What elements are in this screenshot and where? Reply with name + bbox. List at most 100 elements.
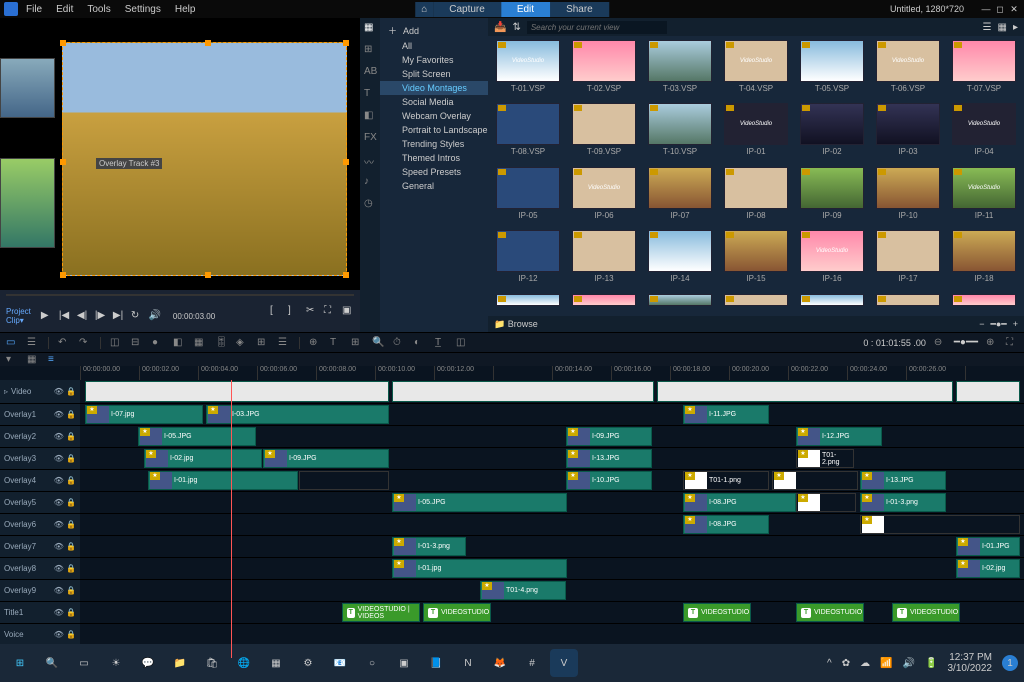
onedrive-icon[interactable]: ☁ [860,658,870,669]
goto-end-button[interactable]: ▶| [113,310,125,322]
tab-capture[interactable]: Capture [433,2,501,17]
notifications-icon[interactable]: 1 [1002,655,1018,671]
clip-o6b[interactable]: ★ [860,515,1020,534]
rail-transitions-icon[interactable]: AB [364,66,376,78]
app-icon-1[interactable]: ▦ [262,649,290,677]
library-item[interactable] [872,294,944,312]
library-search-input[interactable] [527,21,667,34]
clip-o4c[interactable]: ★T01-1.png [683,471,769,490]
tab-edit[interactable]: Edit [501,2,550,17]
lib-sort-icon[interactable]: ⇅ [512,22,520,33]
tl-collapse-icon[interactable]: ▾ [6,354,18,366]
tl-list-icon[interactable]: ≡ [48,354,60,366]
redo-button[interactable]: ↷ [79,337,91,349]
category-speed-presets[interactable]: Speed Presets [380,165,488,179]
clip-o6a[interactable]: ★I-08.JPG [683,515,769,534]
category-all[interactable]: All [380,39,488,53]
library-item[interactable]: IP-07 [644,167,716,226]
minimize-button[interactable]: — [980,4,992,15]
category-split-screen[interactable]: Split Screen [380,67,488,81]
category-themed-intros[interactable]: Themed Intros [380,151,488,165]
rail-templates-icon[interactable]: ⊞ [364,44,376,56]
rail-titles-icon[interactable]: T [364,88,376,100]
lib-zoom-out-icon[interactable]: − [979,319,984,330]
library-item[interactable]: IP-12 [492,230,564,289]
clip-t1c[interactable]: VIDEOSTUDIO [683,603,751,622]
clip-video-4[interactable] [956,381,1020,402]
lib-view-list-icon[interactable]: ☰ [983,22,992,33]
mixer-icon[interactable]: 🎚 [215,337,227,349]
library-item[interactable]: T-06.VSP [872,40,944,99]
split-screen-icon[interactable]: ◫ [456,337,468,349]
cortana-icon[interactable]: ○ [358,649,386,677]
clip-o4d[interactable]: ★I-13.JPG [860,471,946,490]
rail-motion-icon[interactable]: 〰 [364,154,376,166]
loop-button[interactable]: ↻ [131,310,143,322]
store-icon[interactable]: 🛍 [198,649,226,677]
clip-o7a[interactable]: ★I-01-3.png [392,537,466,556]
library-item[interactable]: IP-04 [948,103,1020,162]
menu-tools[interactable]: Tools [87,4,110,15]
zoom-in-icon[interactable]: ⊕ [986,337,998,349]
library-item[interactable]: IP-17 [872,230,944,289]
library-item[interactable] [720,294,792,312]
rail-fx-icon[interactable]: FX [364,132,376,144]
library-item[interactable]: IP-14 [644,230,716,289]
clip-o5b[interactable]: ★I-08.JPG [683,493,796,512]
subtitle-icon[interactable]: T [330,337,342,349]
library-item[interactable] [948,294,1020,312]
library-item[interactable]: T-07.VSP [948,40,1020,99]
category-portrait-to-landscape[interactable]: Portrait to Landscape [380,123,488,137]
clip-o5a[interactable]: ★I-05.JPG [392,493,567,512]
tray-chevron-icon[interactable]: ^ [827,658,832,669]
videostudio-icon[interactable]: V [550,649,578,677]
clip-o4a[interactable]: ★I-01.jpg [148,471,298,490]
tray-app-icon[interactable]: ✿ [842,658,850,669]
library-item[interactable]: IP-11 [948,167,1020,226]
search-button[interactable]: 🔍 [38,649,66,677]
library-item[interactable]: IP-08 [720,167,792,226]
undo-button[interactable]: ↶ [58,337,70,349]
tool-9-icon[interactable]: ☰ [278,337,290,349]
task-view-button[interactable]: ▭ [70,649,98,677]
preview-canvas[interactable]: Overlay Track #3 [0,18,360,290]
volume-button[interactable]: 🔊 [149,310,161,322]
library-item[interactable]: T-05.VSP [796,40,868,99]
tab-home[interactable]: ⌂ [415,2,433,17]
clip-o4c2[interactable]: ★ [772,471,858,490]
library-item[interactable]: IP-05 [492,167,564,226]
maximize-button[interactable]: ◻ [994,4,1006,15]
snapshot-button[interactable]: ▣ [342,305,354,317]
library-item[interactable]: IP-10 [872,167,944,226]
slack-icon[interactable]: # [518,649,546,677]
library-item[interactable]: T-03.VSP [644,40,716,99]
library-item[interactable]: IP-02 [796,103,868,162]
multicam-icon[interactable]: ⊞ [351,337,363,349]
onenote-icon[interactable]: N [454,649,482,677]
clip-o8b[interactable]: ★I-02.jpg [956,559,1020,578]
clip-o1c[interactable]: ★I-11.JPG [683,405,769,424]
clip-video-2[interactable] [392,381,654,402]
clip-o9a[interactable]: ★T01-4.png [480,581,566,600]
settings-icon[interactable]: ⚙ [294,649,322,677]
teams-icon[interactable]: 💬 [134,649,162,677]
clip-o3d[interactable]: ★T01-2.png [796,449,854,468]
clip-o3a[interactable]: ★I-02.jpg [144,449,262,468]
tool-5-icon[interactable]: ▦ [194,337,206,349]
clip-o3c[interactable]: ★I-13.JPG [566,449,652,468]
category-trending-styles[interactable]: Trending Styles [380,137,488,151]
zoom-out-icon[interactable]: ⊖ [934,337,946,349]
record-button[interactable]: ● [152,337,164,349]
timeline-view-icon[interactable]: ☰ [27,337,39,349]
clip-o5c[interactable]: ★I-01-3.png [860,493,946,512]
library-item[interactable]: IP-16 [796,230,868,289]
library-item[interactable]: IP-09 [796,167,868,226]
menu-settings[interactable]: Settings [125,4,161,15]
next-frame-button[interactable]: |▶ [95,310,107,322]
timeline-ruler[interactable]: 00:00:00.0000:00:02.0000:00:04.0000:00:0… [0,366,1024,380]
library-item[interactable]: IP-13 [568,230,640,289]
clip-t1a[interactable]: VIDEOSTUDIO | VIDEOS [342,603,420,622]
library-item[interactable]: IP-06 [568,167,640,226]
preview-thumb-1[interactable] [0,58,55,118]
volume-icon[interactable]: 🔊 [903,658,915,669]
